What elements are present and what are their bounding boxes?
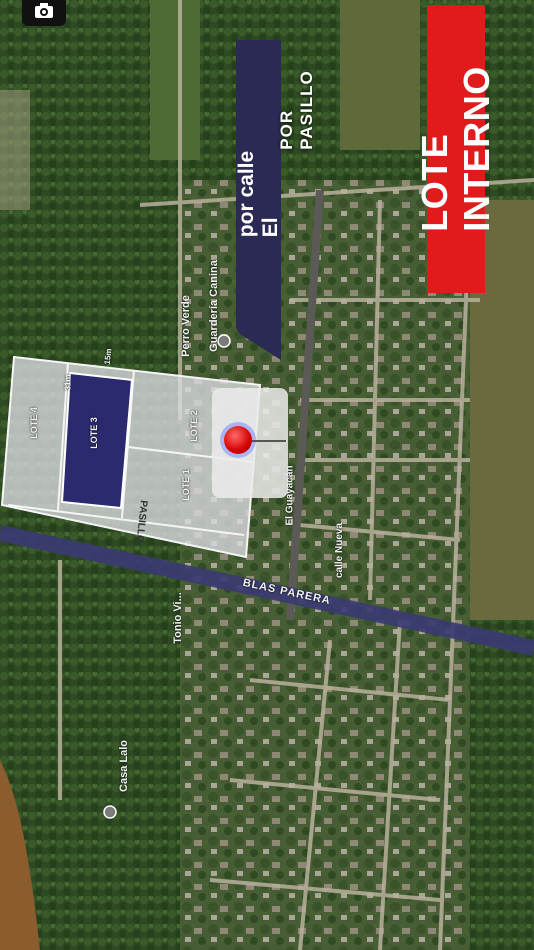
camera-button[interactable]: [22, 0, 66, 26]
access-line2: POR PASILLO: [277, 70, 316, 150]
casa-lalo-label: Casa Lalo: [117, 740, 130, 792]
calle-nueva-label: calle Nueva: [334, 522, 346, 579]
location-pin-stick: [252, 440, 286, 442]
access-banner: Ingreso por calle El Guayacán: [236, 40, 281, 360]
guarderia-label: Guardería Canina: [207, 260, 220, 352]
access-subtitle-box: POR PASILLO: [277, 40, 316, 180]
lote1-label: LOTE 1: [180, 469, 191, 501]
camera-icon: [35, 3, 53, 18]
lote-interno-banner: LOTE INTERNO: [414, 5, 497, 293]
lote2-label: LOTE 2: [188, 410, 199, 442]
lote3-label: LOTE 3: [88, 417, 99, 449]
tonio-label: Tonio Vi...: [171, 592, 184, 644]
banner-title: LOTE INTERNO: [414, 66, 497, 232]
lote4-label: LOTE 4: [28, 407, 39, 439]
location-pin-icon[interactable]: [224, 426, 252, 454]
perro-verde-label: Perro Verde: [179, 295, 192, 357]
dimension-15m: 15m: [102, 348, 114, 365]
location-pin-card[interactable]: [212, 388, 288, 498]
dimension-31m: 31m: [63, 374, 73, 391]
